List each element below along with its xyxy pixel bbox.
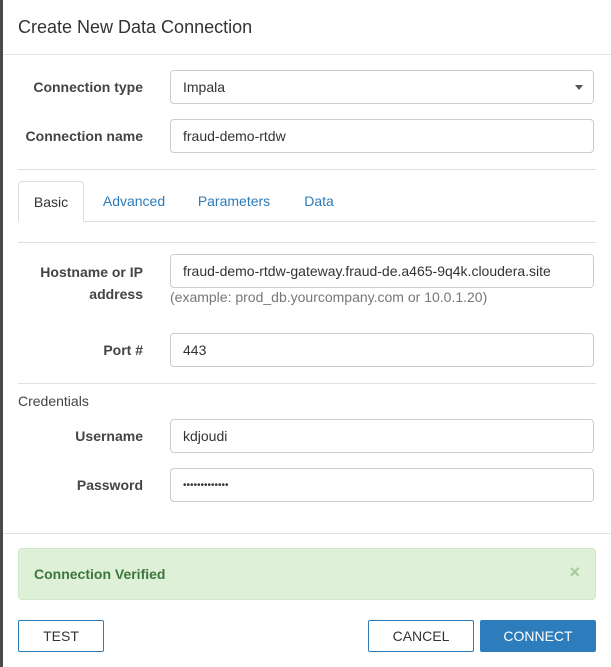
- connection-name-value: fraud-demo-rtdw: [183, 128, 286, 144]
- username-value: kdjoudi: [183, 428, 228, 444]
- connection-tabs: Basic Advanced Parameters Data: [18, 181, 596, 222]
- create-connection-dialog: Create New Data Connection Connection ty…: [3, 0, 611, 667]
- port-label: Port #: [103, 342, 143, 358]
- connection-verified-alert: Connection Verified ×: [18, 548, 596, 600]
- credentials-title: Credentials: [18, 393, 89, 409]
- dialog-header: Create New Data Connection: [3, 0, 611, 55]
- cancel-button[interactable]: CANCEL: [368, 620, 474, 652]
- footer-divider: [3, 533, 611, 534]
- username-input[interactable]: kdjoudi: [170, 419, 594, 453]
- password-label: Password: [76, 477, 143, 493]
- connection-type-label: Connection type: [33, 79, 143, 95]
- tab-basic[interactable]: Basic: [18, 181, 84, 222]
- hostname-input[interactable]: fraud-demo-rtdw-gateway.fraud-de.a465-9q…: [170, 254, 594, 288]
- connection-name-label: Connection name: [25, 128, 143, 144]
- test-button[interactable]: TEST: [18, 620, 104, 652]
- close-icon[interactable]: ×: [569, 562, 580, 583]
- port-value: 443: [183, 342, 207, 358]
- username-label: Username: [75, 428, 143, 444]
- hostname-label-line1: Hostname or IP: [40, 264, 143, 280]
- connection-type-select[interactable]: Impala: [170, 70, 594, 104]
- chevron-down-icon: [575, 85, 583, 90]
- divider: [18, 169, 596, 170]
- hostname-help-text: (example: prod_db.yourcompany.com or 10.…: [170, 289, 488, 305]
- connection-type-value: Impala: [183, 79, 226, 95]
- password-value: •••••••••••••: [183, 479, 229, 491]
- divider: [18, 383, 596, 384]
- hostname-label-line2: address: [89, 286, 143, 302]
- divider: [18, 242, 596, 243]
- tab-advanced[interactable]: Advanced: [94, 181, 174, 221]
- connection-name-input[interactable]: fraud-demo-rtdw: [170, 119, 594, 153]
- alert-message: Connection Verified: [34, 566, 166, 582]
- password-input[interactable]: •••••••••••••: [170, 468, 594, 502]
- hostname-label: Hostname or IP address: [3, 261, 143, 305]
- dialog-title: Create New Data Connection: [18, 16, 253, 37]
- hostname-value: fraud-demo-rtdw-gateway.fraud-de.a465-9q…: [183, 263, 551, 279]
- tab-parameters[interactable]: Parameters: [188, 181, 280, 221]
- tab-data[interactable]: Data: [294, 181, 344, 221]
- port-input[interactable]: 443: [170, 333, 594, 367]
- connect-button[interactable]: CONNECT: [480, 620, 596, 652]
